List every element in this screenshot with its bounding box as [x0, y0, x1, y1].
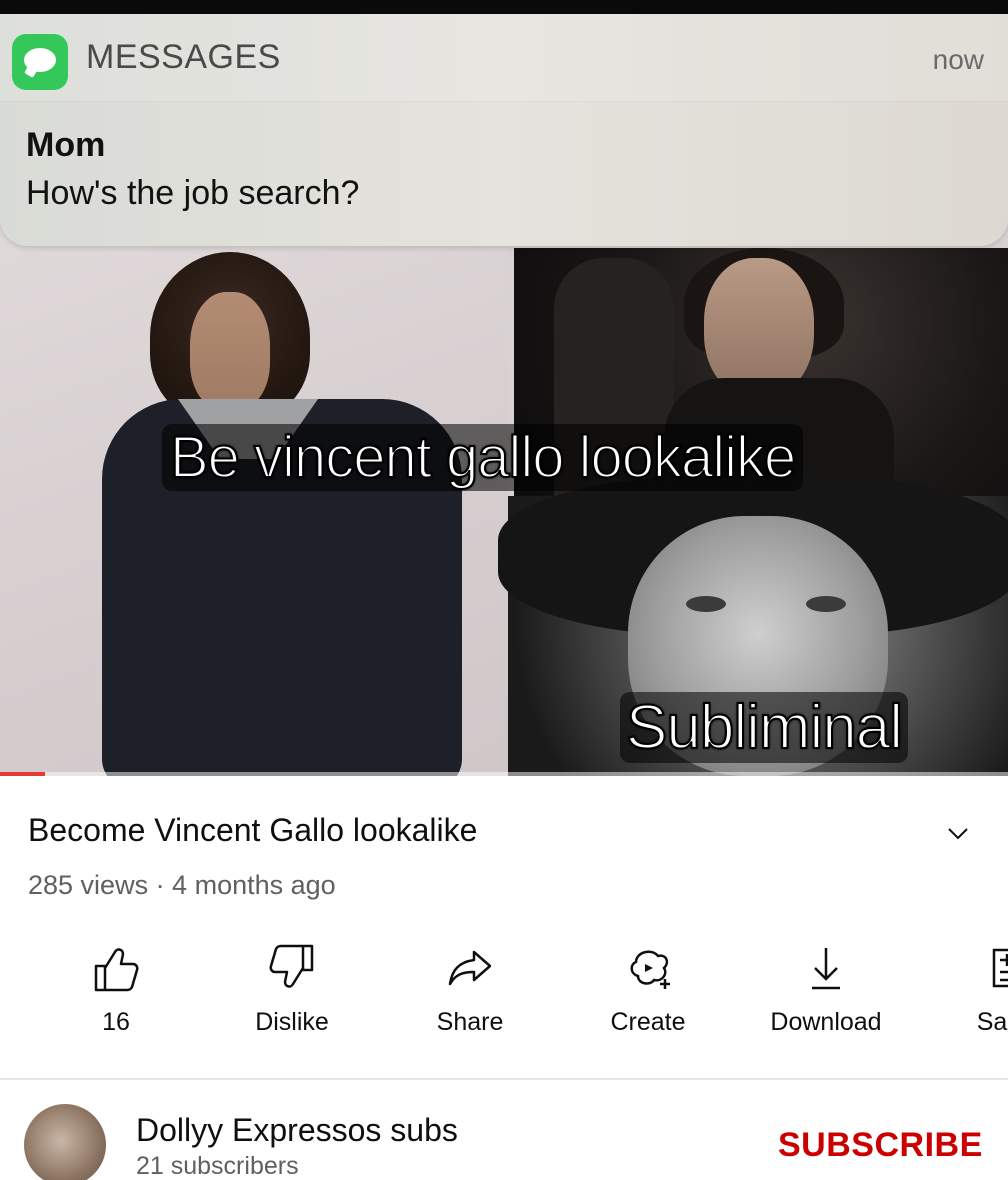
video-title[interactable]: Become Vincent Gallo lookalike	[28, 812, 477, 849]
save-icon	[992, 948, 1008, 988]
video-progress-fill	[0, 772, 46, 776]
overlay-text-bottom: Subliminal	[620, 692, 909, 763]
person-eye-left	[686, 596, 726, 612]
channel-avatar[interactable]	[24, 1104, 106, 1180]
subscribe-button[interactable]: SUBSCRIBE	[778, 1126, 983, 1165]
person-eye-right	[806, 596, 846, 612]
notification-app-name: MESSAGES	[86, 38, 281, 76]
dislike-button[interactable]: Dislike	[212, 940, 372, 1037]
notification-banner[interactable]: MESSAGES now Mom How's the job search?	[0, 14, 1008, 246]
create-label: Create	[610, 1008, 686, 1036]
video-meta: 285 views · 4 months ago	[28, 870, 336, 900]
dislike-label: Dislike	[255, 1008, 329, 1036]
create-button[interactable]: Create	[568, 940, 728, 1037]
notification-sender: Mom	[26, 126, 106, 164]
subscriber-count: 21 subscribers	[136, 1152, 299, 1180]
create-icon	[630, 950, 670, 989]
chevron-down-icon[interactable]	[947, 822, 969, 844]
download-label: Download	[770, 1008, 882, 1036]
notification-time: now	[932, 44, 984, 75]
share-button[interactable]: Share	[390, 940, 550, 1037]
messages-app-icon	[12, 34, 68, 90]
share-label: Share	[436, 1008, 504, 1036]
section-divider	[0, 1078, 1008, 1080]
thumbs-down-icon	[269, 944, 314, 988]
top-status-strip	[0, 0, 1008, 14]
like-count: 16	[102, 1008, 130, 1036]
video-progress-bar[interactable]	[0, 772, 1008, 776]
save-label: Sa	[976, 1008, 1008, 1036]
person-face	[704, 258, 814, 398]
thumbs-up-icon	[94, 948, 139, 992]
action-bar: 16 Dislike Share Create Download Sa	[0, 940, 1008, 1050]
download-button[interactable]: Download	[746, 940, 906, 1037]
download-icon	[812, 948, 840, 990]
share-icon	[448, 950, 492, 986]
overlay-text-top: Be vincent gallo lookalike	[162, 424, 804, 491]
save-button[interactable]: Sa	[912, 940, 1008, 1037]
notification-message: How's the job search?	[26, 174, 360, 212]
person-face	[190, 292, 270, 410]
like-button[interactable]: 16	[36, 940, 196, 1037]
channel-name[interactable]: Dollyy Expressos subs	[136, 1112, 458, 1149]
notification-header: MESSAGES now	[0, 14, 1008, 102]
